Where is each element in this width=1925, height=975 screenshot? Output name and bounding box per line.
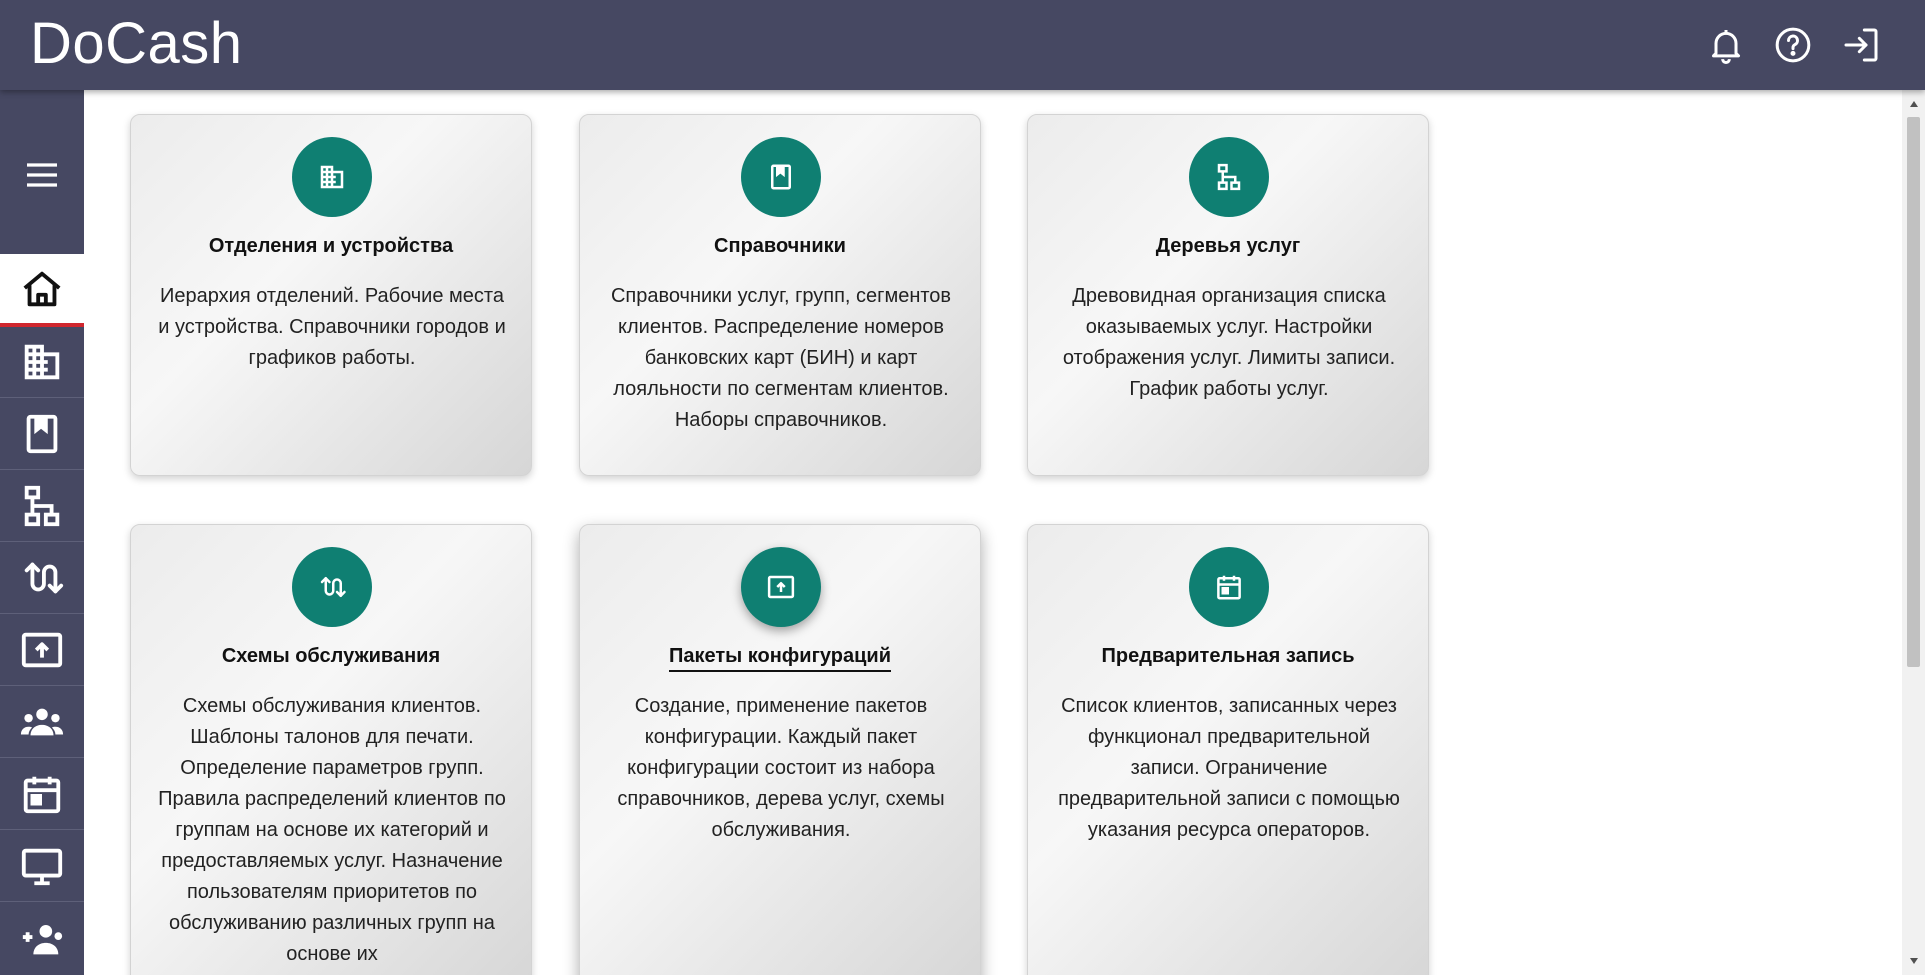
card-service-schemes[interactable]: Схемы обслуживания Схемы обслуживания кл…: [130, 524, 532, 975]
sidebar-item-dictionaries[interactable]: [0, 399, 84, 470]
tree-structure-icon: [24, 485, 60, 527]
sidebar-item-home[interactable]: [0, 254, 84, 327]
sidebar-item-config-packages[interactable]: [0, 615, 84, 686]
card-icon-circle: [1189, 137, 1269, 217]
sidebar-item-monitoring[interactable]: [0, 831, 84, 902]
card-description: Древовидная организация списка оказываем…: [1062, 285, 1396, 400]
card-title: Пакеты конфигураций: [580, 645, 980, 672]
card-title: Схемы обслуживания: [221, 645, 441, 667]
menu-toggle-button[interactable]: [0, 140, 84, 210]
app-logo-title[interactable]: DoCash: [30, 8, 243, 80]
sidebar-item-add-user[interactable]: [0, 903, 84, 974]
card-title: Предварительная запись: [1101, 645, 1355, 667]
card-icon-circle: [292, 547, 372, 627]
help-button[interactable]: [1771, 23, 1815, 67]
swap-arrows-icon: [320, 577, 346, 597]
help-icon: [1775, 27, 1811, 63]
book-icon: [26, 414, 58, 454]
card-icon-circle: [741, 137, 821, 217]
card-title: Справочники: [714, 235, 846, 257]
book-icon: [771, 164, 791, 190]
hamburger-menu-icon: [27, 163, 57, 187]
vertical-scrollbar[interactable]: [1902, 90, 1925, 975]
card-icon-circle: [741, 547, 821, 627]
card-dictionaries[interactable]: Справочники Справочники услуг, групп, се…: [579, 114, 981, 476]
monitor-icon: [21, 848, 63, 886]
add-user-icon: [22, 924, 63, 954]
card-config-packages[interactable]: Пакеты конфигураций Создание, применение…: [579, 524, 981, 975]
bell-icon: [1712, 30, 1740, 64]
upload-box-icon: [21, 632, 63, 668]
sidebar-item-service-trees[interactable]: [0, 471, 84, 542]
card-service-trees[interactable]: Деревья услуг Древовидная организация сп…: [1027, 114, 1429, 476]
tree-structure-icon: [1217, 163, 1241, 191]
calendar-icon: [23, 776, 61, 814]
sidebar-item-service-schemes[interactable]: [0, 543, 84, 614]
card-description: Создание, применение пакетов конфигураци…: [617, 695, 945, 841]
card-description: Иерархия отделений. Рабочие места и устр…: [158, 285, 506, 369]
group-icon: [20, 708, 64, 736]
card-branches-devices[interactable]: Отделения и устройства Иерархия отделени…: [130, 114, 532, 476]
sidebar-item-appointments[interactable]: [0, 759, 84, 830]
triangle-up-icon: [1909, 101, 1918, 107]
main-content: Отделения и устройства Иерархия отделени…: [84, 90, 1902, 975]
card-title: Деревья услуг: [1155, 235, 1301, 257]
top-app-bar: DoCash: [0, 0, 1925, 90]
building-icon: [320, 165, 344, 189]
scroll-thumb[interactable]: [1907, 117, 1920, 667]
card-description: Список клиентов, записанных через функци…: [1058, 695, 1400, 841]
sidebar-item-users[interactable]: [0, 687, 84, 758]
card-icon-circle: [1189, 547, 1269, 627]
logout-icon: [1844, 28, 1878, 62]
upload-box-icon: [767, 575, 795, 599]
card-description: Схемы обслуживания клиентов. Шаблоны тал…: [158, 695, 506, 965]
sidebar-item-branches[interactable]: [0, 327, 84, 398]
triangle-down-icon: [1909, 958, 1918, 964]
card-icon-circle: [292, 137, 372, 217]
notifications-button[interactable]: [1704, 23, 1748, 67]
building-icon: [24, 344, 60, 380]
card-title: Отделения и устройства: [208, 235, 454, 257]
card-description: Справочники услуг, групп, сегментов клие…: [610, 285, 952, 431]
sidebar-nav: [0, 90, 84, 975]
logout-button[interactable]: [1839, 23, 1883, 67]
swap-arrows-icon: [24, 562, 64, 594]
calendar-icon: [1217, 575, 1241, 600]
scroll-up-arrow[interactable]: [1902, 94, 1925, 114]
scroll-down-arrow[interactable]: [1902, 951, 1925, 971]
card-appointments[interactable]: Предварительная запись Список клиентов, …: [1027, 524, 1429, 975]
home-icon: [23, 271, 61, 306]
